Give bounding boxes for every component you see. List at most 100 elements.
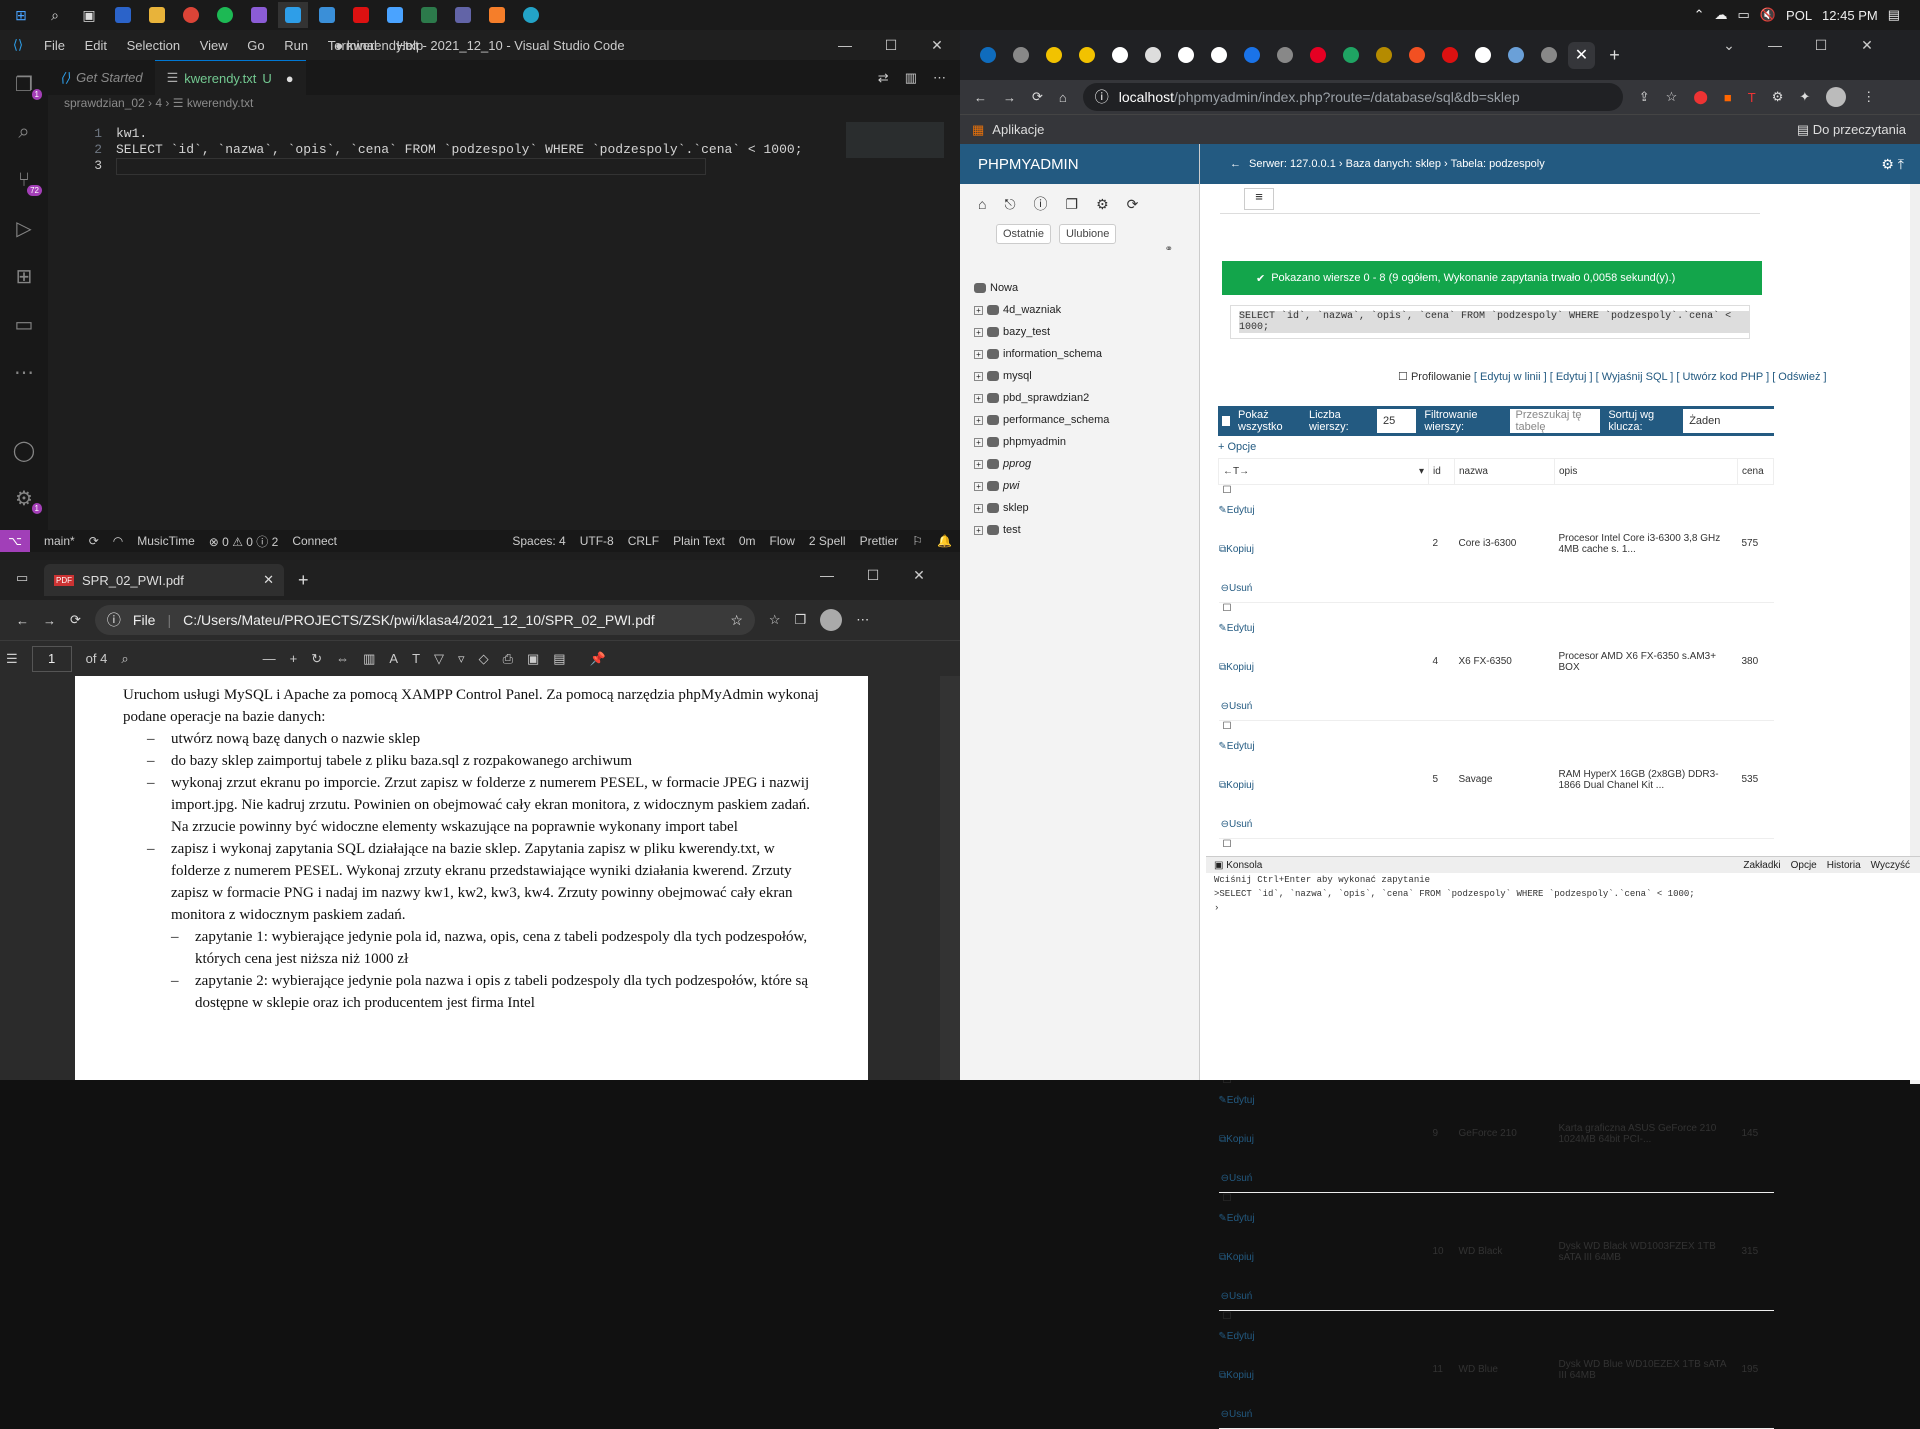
edit-button[interactable]: ✎ Edytuj (1218, 1204, 1254, 1232)
tab-drive[interactable] (1337, 42, 1364, 69)
search-icon[interactable]: ⌕ (10, 118, 38, 146)
row-checkbox[interactable]: ☐ (1223, 485, 1232, 496)
cell-cena[interactable]: 195 (1737, 1310, 1774, 1429)
extension-icon[interactable]: ⚙ (1772, 89, 1784, 105)
code-line[interactable]: kw1. (116, 126, 147, 141)
cell-cena[interactable]: 380 (1737, 602, 1774, 721)
read-aloud-icon[interactable]: A (389, 651, 398, 666)
expand-icon[interactable]: + (974, 327, 983, 337)
zoom-out-icon[interactable]: — (263, 651, 276, 666)
clock[interactable]: 12:45 PM (1822, 8, 1878, 23)
netflix-icon[interactable] (346, 2, 376, 28)
tab-generic[interactable] (1007, 42, 1034, 69)
tab-get-started[interactable]: ⟨⟩ Get Started (48, 60, 155, 95)
db-item[interactable]: +4d_wazniak (974, 299, 1199, 321)
site-info-icon[interactable]: ⓘ (1095, 87, 1109, 107)
collapse-icon[interactable]: ← (1230, 158, 1241, 170)
bell-icon[interactable]: 🔔 (937, 534, 960, 548)
menu-view[interactable]: View (200, 38, 228, 53)
row-checkbox[interactable]: ☐ (1223, 603, 1232, 614)
chrome-icon[interactable] (176, 2, 206, 28)
tab-phpmyadmin-close-icon[interactable]: ✕ (1568, 41, 1595, 69)
column-header-cena[interactable]: cena (1737, 458, 1774, 485)
delete-button[interactable]: ⊖ Usuń (1221, 1400, 1253, 1428)
db-item[interactable]: + information_schema (974, 343, 1199, 365)
console-bookmarks[interactable]: Zakładki (1743, 860, 1780, 871)
rows-select[interactable]: 25 (1376, 409, 1417, 433)
copy-icon[interactable]: ❐ (1066, 196, 1079, 213)
row-checkbox[interactable]: ☐ (1223, 839, 1232, 850)
link-explain[interactable]: [ Wyjaśnij SQL ] (1596, 371, 1674, 383)
tab-google[interactable] (1106, 42, 1133, 69)
maximize-icon[interactable]: ☐ (1798, 30, 1844, 60)
profile-avatar[interactable] (820, 609, 843, 631)
tab-google[interactable] (1469, 42, 1496, 69)
more-icon[interactable]: ⋯ (10, 358, 38, 386)
cell-cena[interactable]: 145 (1737, 1074, 1774, 1193)
collections-icon[interactable]: ❐ (795, 612, 807, 628)
status-language[interactable]: Plain Text (673, 534, 725, 548)
notifications-icon[interactable]: ▤ (1888, 7, 1900, 23)
maximize-icon[interactable]: ☐ (868, 30, 914, 60)
menu-icon[interactable]: ⋯ (856, 612, 869, 628)
expand-icon[interactable]: + (974, 459, 983, 469)
link-edit[interactable]: [ Edytuj ] (1550, 371, 1593, 383)
page-view-icon[interactable]: ▥ (363, 651, 375, 667)
status-encoding[interactable]: UTF-8 (580, 534, 614, 548)
minimize-icon[interactable]: — (804, 560, 850, 590)
current-line[interactable] (116, 158, 706, 175)
vscode-icon[interactable] (278, 2, 308, 28)
cell-opis[interactable]: Dysk WD Black WD1003FZEX 1TB sATA III 64… (1554, 1192, 1738, 1311)
tab-star[interactable] (1040, 42, 1067, 69)
tab-actions-icon[interactable]: ▭ (16, 570, 28, 586)
console-history[interactable]: Historia (1827, 860, 1861, 871)
profile-avatar[interactable] (1826, 87, 1847, 107)
column-header-opis[interactable]: opis (1554, 458, 1738, 485)
tab-wikipedia[interactable] (1205, 42, 1232, 69)
bookmark-star-icon[interactable]: ☆ (1666, 89, 1678, 105)
cell-opis[interactable]: Procesor Intel Core i3-6300 3,8 GHz 4MB … (1554, 484, 1738, 603)
status-branch[interactable]: main* (44, 534, 75, 548)
text-icon[interactable]: T (412, 651, 420, 666)
cell-cena[interactable]: 575 (1737, 484, 1774, 603)
console-options[interactable]: Opcje (1791, 860, 1817, 871)
zoom-in-icon[interactable]: + (290, 651, 298, 666)
print-icon[interactable]: ⎙ (503, 651, 513, 667)
status-spell[interactable]: 2 Spell (809, 534, 846, 548)
tab-pdf[interactable]: PDF SPR_02_PWI.pdf ✕ (44, 564, 284, 596)
more-actions-icon[interactable]: ⋯ (933, 70, 946, 86)
tab-generic[interactable] (1238, 42, 1265, 69)
terminal-icon[interactable] (414, 2, 444, 28)
edit-button[interactable]: ✎ Edytuj (1218, 1086, 1254, 1114)
edit-button[interactable]: ✎ Edytuj (1218, 496, 1254, 524)
remote-explorer-icon[interactable]: ▭ (10, 310, 38, 338)
cell-nazwa[interactable]: WD Black (1454, 1192, 1555, 1311)
edit-button[interactable]: ✎ Edytuj (1218, 732, 1254, 760)
delete-button[interactable]: ⊖ Usuń (1221, 810, 1253, 838)
search-icon[interactable]: ⌕ (121, 651, 128, 667)
mail-icon[interactable] (312, 2, 342, 28)
copy-button[interactable]: ⧉ Kopiuj (1219, 1361, 1254, 1389)
cell-id[interactable]: 2 (1428, 484, 1455, 603)
gear-icon[interactable]: ⚙ (1096, 196, 1109, 213)
expand-icon[interactable]: + (974, 393, 983, 403)
draw-icon[interactable]: ▽ (434, 651, 444, 667)
menu-go[interactable]: Go (247, 38, 264, 53)
cell-cena[interactable]: 315 (1737, 1192, 1774, 1311)
save-icon[interactable]: ▣ (527, 651, 539, 667)
cell-id[interactable]: 5 (1428, 720, 1455, 839)
save-as-icon[interactable]: ▤ (553, 651, 565, 667)
console-toggle[interactable]: ▣ Konsola (1214, 860, 1262, 871)
db-item[interactable]: + bazy_test (974, 321, 1199, 343)
manage-gear-icon[interactable]: ⚙ 1 (10, 484, 42, 514)
tab-generic[interactable] (1271, 42, 1298, 69)
search-icon[interactable]: ⌕ (40, 2, 70, 28)
cell-id[interactable]: 11 (1428, 1310, 1455, 1429)
code-line[interactable]: SELECT `id`, `nazwa`, `opis`, `cena` FRO… (116, 142, 803, 157)
app-icon[interactable] (380, 2, 410, 28)
tab-pdf[interactable] (1436, 42, 1463, 69)
sort-select[interactable]: Żaden (1683, 409, 1774, 433)
row-checkbox[interactable]: ☐ (1223, 1193, 1232, 1204)
forward-icon[interactable]: → (43, 613, 56, 628)
extension-icon[interactable]: ■ (1724, 90, 1732, 105)
